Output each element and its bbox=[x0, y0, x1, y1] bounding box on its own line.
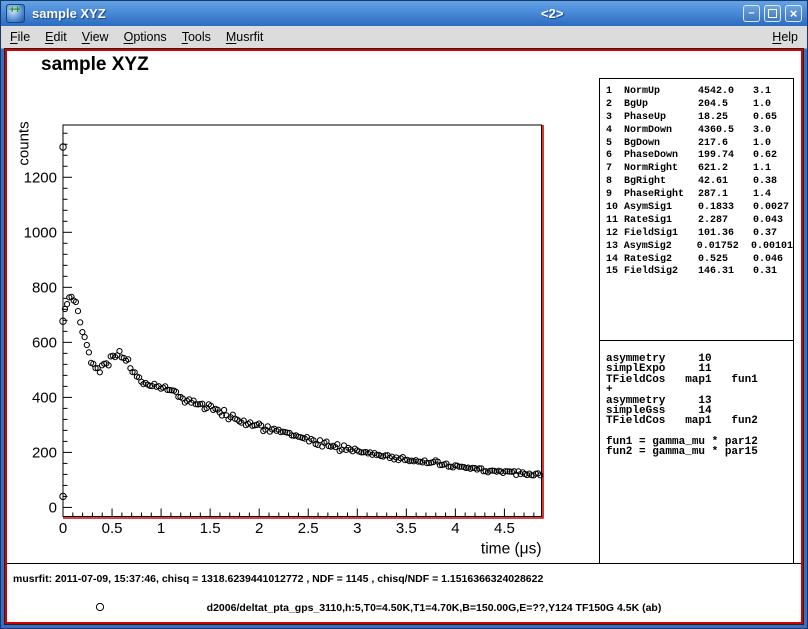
svg-text:4: 4 bbox=[451, 520, 459, 537]
status-separator-line bbox=[7, 563, 801, 564]
workspace-indicator: <2> bbox=[541, 6, 563, 21]
menubar: File Edit View Options Tools Musrfit Help bbox=[1, 26, 807, 49]
data-points bbox=[60, 144, 543, 500]
svg-text:1.5: 1.5 bbox=[200, 520, 221, 537]
close-button[interactable]: × bbox=[785, 5, 802, 22]
fit-parameter-row: 11RateSig12.2870.043 bbox=[606, 215, 793, 228]
svg-text:600: 600 bbox=[32, 334, 57, 351]
svg-text:400: 400 bbox=[32, 389, 57, 406]
svg-text:1: 1 bbox=[157, 520, 165, 537]
titlebar[interactable]: ++ sample XYZ <2> – × bbox=[1, 1, 807, 26]
application-window: ++ sample XYZ <2> – × File Edit View Option… bbox=[0, 0, 808, 629]
run-legend-text: d2006/deltat_pta_gps_3110,h:5,T0=4.50K,T… bbox=[97, 602, 771, 614]
fit-parameter-row: 12FieldSig1101.360.37 bbox=[606, 228, 793, 241]
fit-parameter-row: 9PhaseRight287.11.4 bbox=[606, 189, 793, 202]
fit-parameter-row: 5BgDown217.61.0 bbox=[606, 138, 793, 151]
maximize-button[interactable] bbox=[764, 5, 781, 22]
axis-tick-labels: 0 0.5 1 1.5 2 2.5 3 3.5 4 4.5 0 200 400 600 800 1000 120… bbox=[24, 169, 515, 537]
svg-text:0.5: 0.5 bbox=[102, 520, 123, 537]
fit-parameter-row: 2BgUp204.51.0 bbox=[606, 99, 793, 112]
menu-item-file[interactable]: File bbox=[10, 30, 30, 44]
svg-text:2.5: 2.5 bbox=[298, 520, 319, 537]
window-content: sample XYZ counts 00.511.522.533.544.502… bbox=[1, 49, 807, 628]
svg-text:4.5: 4.5 bbox=[494, 520, 515, 537]
fit-parameter-row: 4NormDown4360.53.0 bbox=[606, 125, 793, 138]
fit-parameter-row: 6PhaseDown199.740.62 bbox=[606, 150, 793, 163]
svg-text:200: 200 bbox=[32, 444, 57, 461]
svg-text:1200: 1200 bbox=[24, 169, 57, 186]
menu-item-tools[interactable]: Tools bbox=[182, 30, 211, 44]
theory-function: fun2 = gamma_mu * par15 bbox=[606, 447, 793, 457]
svg-text:0: 0 bbox=[49, 499, 57, 516]
svg-text:3: 3 bbox=[353, 520, 361, 537]
fit-parameter-row: 1NormUp4542.03.1 bbox=[606, 86, 793, 99]
svg-text:800: 800 bbox=[32, 279, 57, 296]
menu-item-help[interactable]: Help bbox=[772, 30, 798, 44]
svg-text:0: 0 bbox=[59, 520, 67, 537]
menu-item-edit[interactable]: Edit bbox=[45, 30, 67, 44]
svg-text:2: 2 bbox=[255, 520, 263, 537]
theory-line: TFieldCosmap1fun1 bbox=[606, 375, 793, 385]
fit-parameter-row: 14RateSig20.5250.046 bbox=[606, 254, 793, 267]
menu-item-options[interactable]: Options bbox=[124, 30, 167, 44]
fit-parameter-row: 13AsymSig20.017520.00101 bbox=[606, 241, 793, 254]
root-app-icon: ++ bbox=[6, 4, 25, 23]
fit-status-text: musrfit: 2011-07-09, 15:37:46, chisq = 1… bbox=[13, 573, 543, 585]
window-title: sample XYZ bbox=[32, 6, 106, 21]
axis-ticks bbox=[63, 133, 534, 516]
svg-text:1000: 1000 bbox=[24, 224, 57, 241]
menu-item-musrfit[interactable]: Musrfit bbox=[226, 30, 264, 44]
svg-text:3.5: 3.5 bbox=[396, 520, 417, 537]
window-controls: – × bbox=[743, 5, 802, 22]
fit-parameter-row: 15FieldSig2146.310.31 bbox=[606, 266, 793, 279]
run-legend: d2006/deltat_pta_gps_3110,h:5,T0=4.50K,T… bbox=[7, 599, 801, 619]
fit-parameter-row: 10AsymSig10.18330.0027 bbox=[606, 202, 793, 215]
minimize-button[interactable]: – bbox=[743, 5, 760, 22]
menu-item-view[interactable]: View bbox=[82, 30, 109, 44]
theory-line: TFieldCosmap1fun2 bbox=[606, 416, 793, 426]
theory-panel: asymmetry10simplExpo11TFieldCosmap1fun1+… bbox=[599, 340, 794, 564]
histogram-plot-area[interactable]: 0 0.5 1 1.5 2 2.5 3 3.5 4 4.5 0 200 400 600 800 1000 120… bbox=[7, 51, 599, 563]
root-canvas[interactable]: sample XYZ counts 00.511.522.533.544.502… bbox=[5, 49, 803, 624]
maximize-icon bbox=[768, 9, 777, 18]
fit-parameter-row: 7NormRight621.21.1 bbox=[606, 163, 793, 176]
fit-parameters-panel: 1NormUp4542.03.12BgUp204.51.03PhaseUp18.… bbox=[599, 78, 794, 341]
x-axis-label: time (μs) bbox=[481, 541, 542, 558]
fit-parameter-row: 8BgRight42.610.38 bbox=[606, 176, 793, 189]
fit-parameter-row: 3PhaseUp18.250.65 bbox=[606, 112, 793, 125]
